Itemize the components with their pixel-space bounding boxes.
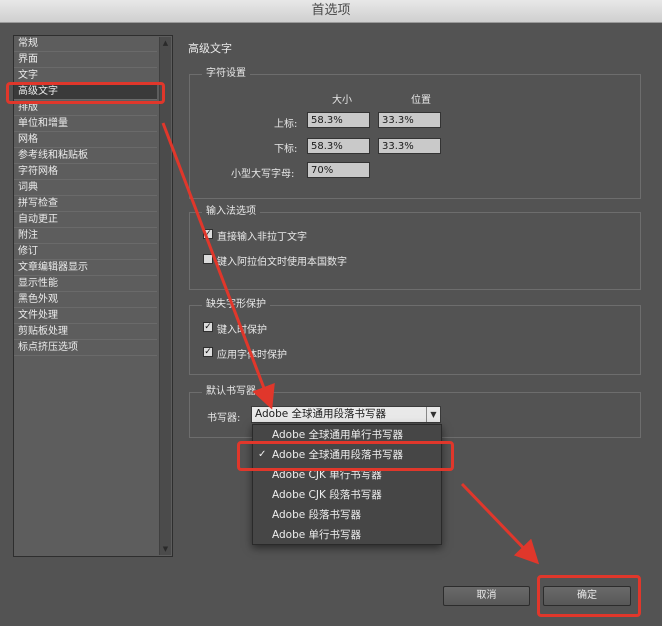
annotation-arrow [460,482,540,565]
annotation-arrow [161,122,275,410]
highlight-sidebar-selection [6,82,165,104]
highlight-selected-composer [237,441,454,471]
highlight-ok-button [537,575,641,617]
